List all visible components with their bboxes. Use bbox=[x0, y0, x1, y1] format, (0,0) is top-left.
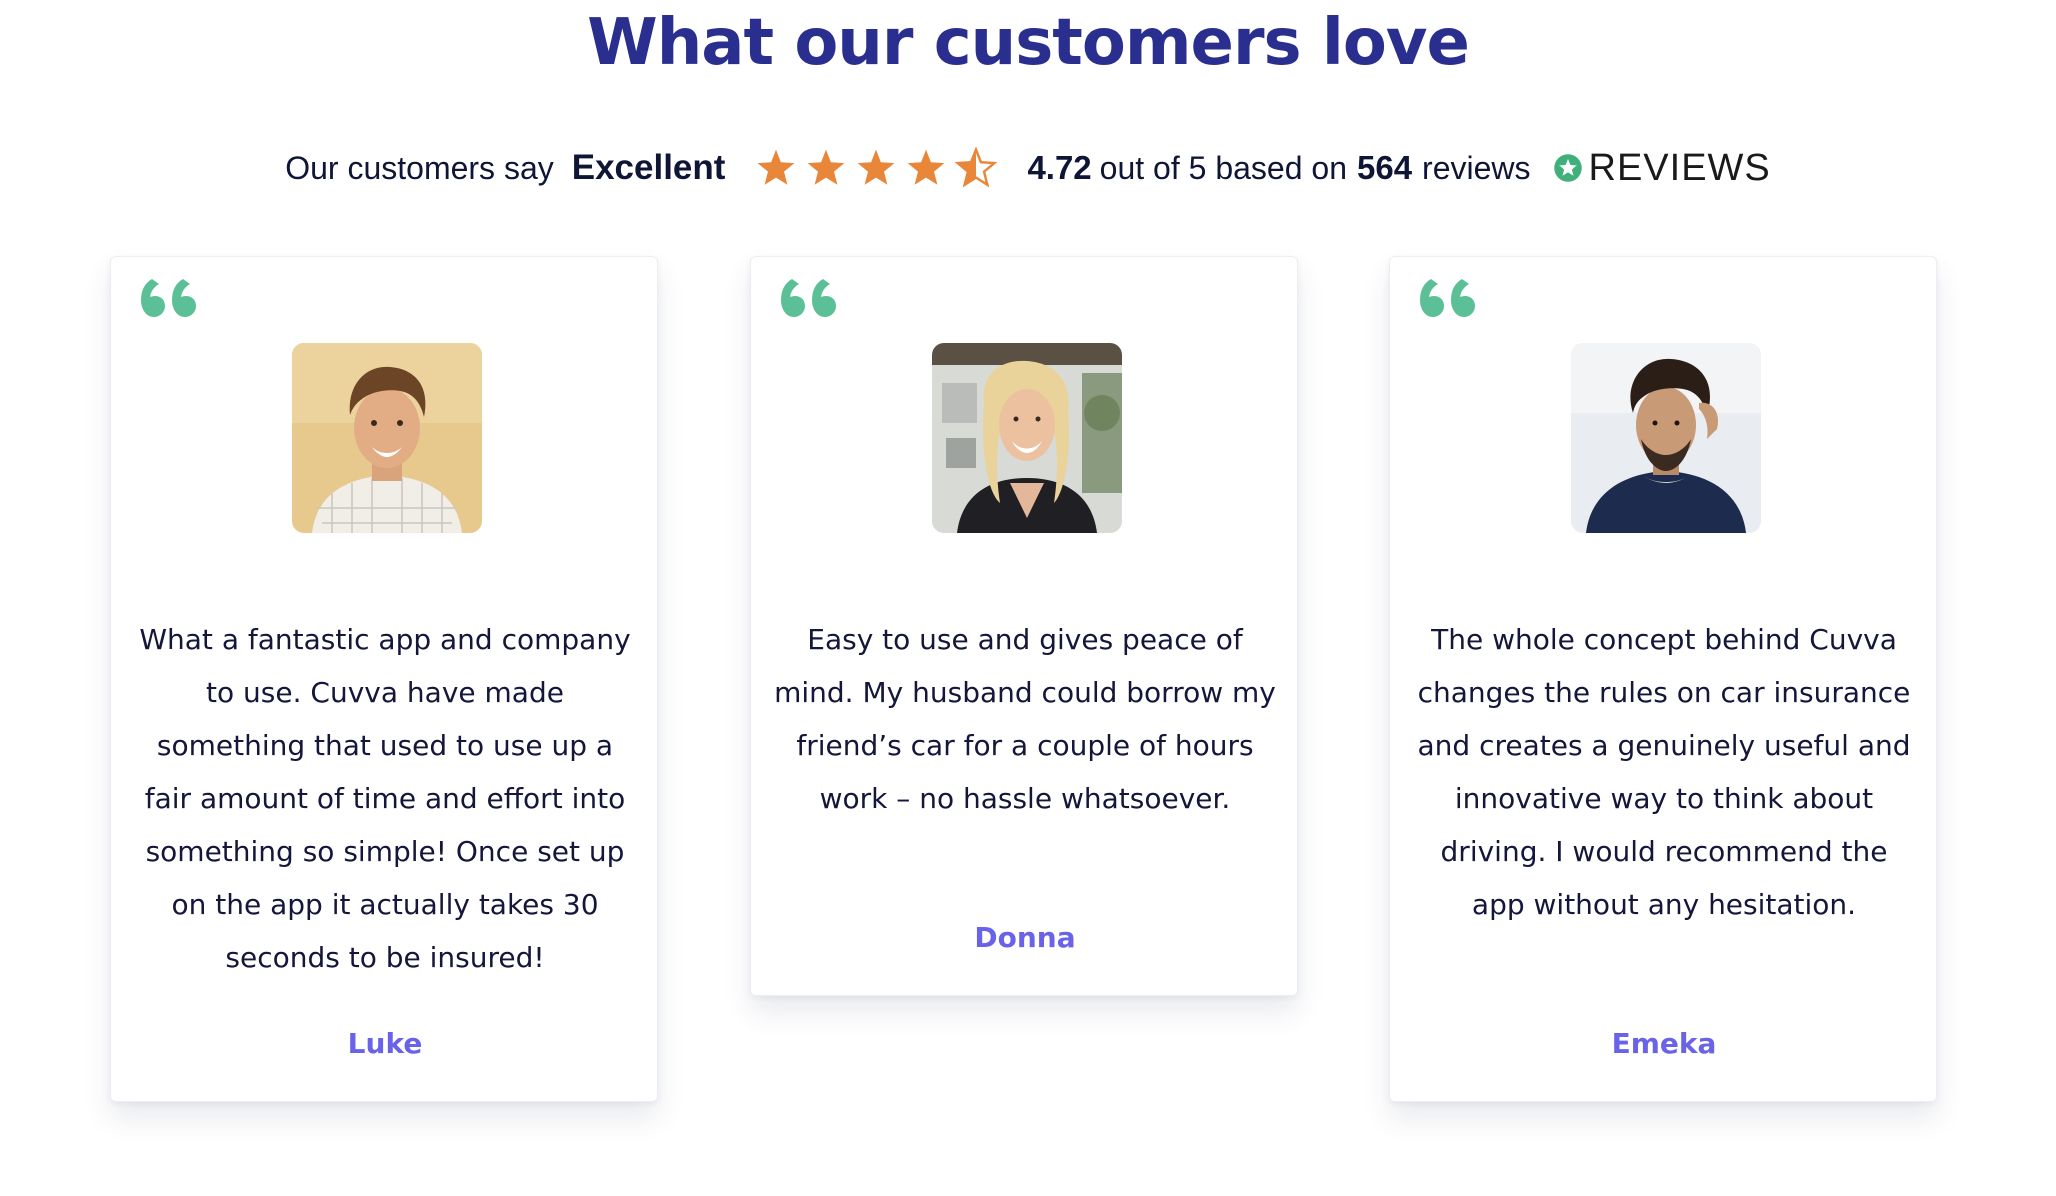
star-rating bbox=[755, 147, 1005, 189]
review-text: What a fantastic app and company to use.… bbox=[139, 623, 631, 974]
quote-icon bbox=[1420, 279, 1475, 317]
quote-icon bbox=[141, 279, 196, 317]
reviewer-name: Donna bbox=[974, 921, 1076, 954]
reviews-word: reviews bbox=[1422, 149, 1531, 186]
review-text: Easy to use and gives peace of mind. My … bbox=[774, 623, 1276, 815]
avatar bbox=[292, 343, 482, 533]
reviews-brand-name: REVIEWS bbox=[1588, 146, 1771, 189]
review-text: The whole concept behind Cuvva changes t… bbox=[1417, 623, 1911, 921]
star-icon bbox=[758, 149, 795, 185]
avatar bbox=[1571, 343, 1761, 533]
testimonial-card-emeka: The whole concept behind Cuvva changes t… bbox=[1389, 256, 1937, 1102]
rating-score: 4.72 bbox=[1027, 149, 1092, 186]
rating-summary: Our customers say Excellent 4.72 out of … bbox=[0, 140, 2056, 196]
review-count: 564 bbox=[1356, 149, 1413, 186]
testimonials-section: What our customers love Our customers sa… bbox=[0, 0, 2056, 1196]
section-title: What our customers love bbox=[587, 6, 1470, 80]
reviewer-name: Luke bbox=[347, 1027, 423, 1060]
quote-icon bbox=[781, 279, 836, 317]
testimonial-card-luke: What a fantastic app and company to use.… bbox=[110, 256, 658, 1102]
reviewer-name: Emeka bbox=[1611, 1027, 1717, 1060]
rating-verdict: Excellent bbox=[571, 148, 726, 187]
rating-prefix: Our customers say bbox=[285, 149, 554, 186]
reviews-brand-link[interactable]: REVIEWS bbox=[1553, 147, 1771, 190]
testimonial-card-donna: Easy to use and gives peace of mind. My … bbox=[750, 256, 1298, 996]
half-star-icon bbox=[955, 147, 998, 188]
avatar bbox=[932, 343, 1122, 533]
star-icon bbox=[858, 149, 895, 185]
rating-out-of-text: out of 5 based on bbox=[1099, 149, 1347, 186]
reviews-star-badge-icon bbox=[1553, 154, 1582, 182]
star-icon bbox=[808, 149, 845, 185]
star-icon bbox=[908, 149, 945, 185]
